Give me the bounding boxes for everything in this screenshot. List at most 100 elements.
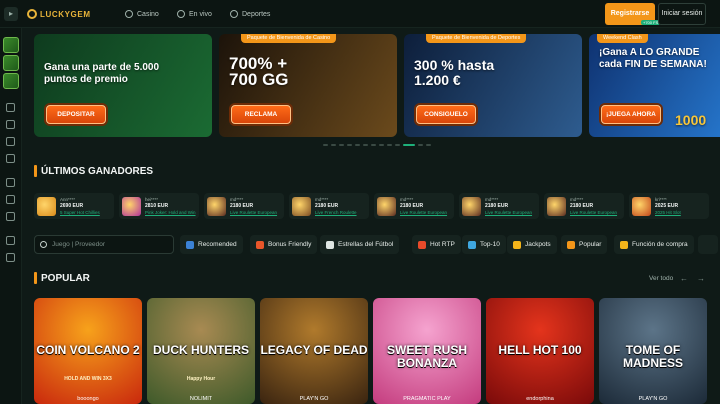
support-icon[interactable] <box>6 236 15 245</box>
carousel-dot[interactable] <box>355 144 360 146</box>
filter-chip[interactable]: Función de compra <box>614 235 694 254</box>
view-all-link[interactable]: Ver todo <box>649 275 673 282</box>
promo-chest-icon[interactable] <box>3 37 19 53</box>
winner-card[interactable]: md**** 2180 EUR Live Roulette European <box>374 193 454 219</box>
search-input[interactable] <box>52 241 167 248</box>
carousel-dot[interactable] <box>379 144 384 146</box>
deposit-button[interactable]: DEPOSITAR <box>46 105 106 124</box>
carousel-dot[interactable] <box>387 144 392 146</box>
next-arrow-icon[interactable]: → <box>697 274 705 283</box>
cards-icon[interactable] <box>6 103 15 112</box>
filter-icon <box>468 240 476 249</box>
banner-points[interactable]: Gana una parte de 5.000 puntos de premio… <box>34 34 212 137</box>
winner-game-link[interactable]: 5 Super Hot Chillies <box>60 210 100 215</box>
filter-chip[interactable]: Jackpots <box>507 235 557 254</box>
claim-button[interactable]: RECLAMA <box>231 105 291 124</box>
winner-card[interactable]: hei**** 2810 EUR Pink Joker: Hold and Win <box>119 193 199 219</box>
carousel-dot[interactable] <box>331 144 336 146</box>
banner-sports-welcome[interactable]: Paquete de Bienvenida de Deportes 300 % … <box>404 34 582 137</box>
megaphone-icon[interactable] <box>6 212 15 221</box>
popular-title: POPULAR <box>41 272 90 284</box>
prev-arrow-icon[interactable]: ← <box>680 274 688 283</box>
promo-coins-icon[interactable] <box>3 73 19 89</box>
sidebar-toggle-icon[interactable]: ▸ <box>4 7 18 21</box>
carousel-dot[interactable] <box>426 144 431 146</box>
carousel-dot[interactable] <box>403 144 415 146</box>
game-thumbnail <box>37 196 56 216</box>
winner-game-link[interactable]: Live Roulette European <box>230 210 277 215</box>
carousel-dot[interactable] <box>363 144 368 146</box>
game-tile[interactable]: TOME OF MADNESS PLAY'N GO <box>599 298 707 404</box>
banner-weekend-clash[interactable]: Weekend Clash ¡Gana A LO GRANDE cada FIN… <box>589 34 720 137</box>
winner-card[interactable]: kri**** 2025 EUR 2025 Hit Slot <box>629 193 709 219</box>
diamond-icon[interactable] <box>6 120 15 129</box>
filter-label: Top-10 <box>480 241 500 248</box>
winner-game-link[interactable]: 2025 Hit Slot <box>655 210 681 215</box>
carousel-dot[interactable] <box>323 144 328 146</box>
filter-label: Estrellas del Fútbol <box>338 241 394 248</box>
logo[interactable]: LUCKYGEM <box>27 8 91 20</box>
game-title: HELL HOT 100 <box>498 343 582 357</box>
winner-game-link[interactable]: Pink Joker: Hold and Win <box>145 210 196 215</box>
logo-text: LUCKYGEM <box>40 9 91 19</box>
gift-icon[interactable] <box>6 178 15 187</box>
nav-live[interactable]: En vivo <box>177 8 212 20</box>
filter-icon <box>620 240 628 249</box>
filter-chip[interactable]: Estrellas del Fútbol <box>320 235 400 254</box>
winner-game-link[interactable]: Live Roulette European <box>485 210 532 215</box>
winner-amount: 2810 EUR <box>145 203 169 209</box>
get-it-button[interactable]: CONSIGUELO <box>416 105 476 124</box>
popular-heading: POPULAR <box>34 272 90 284</box>
search-box[interactable] <box>34 235 174 254</box>
filter-chip[interactable]: Bonus Friendly <box>250 235 318 254</box>
carousel-dot[interactable] <box>371 144 376 146</box>
carousel-dot[interactable] <box>339 144 344 146</box>
nav-casino[interactable]: Casino <box>125 8 159 20</box>
game-subtitle: Happy Hour <box>186 376 216 382</box>
filter-chip[interactable]: Top-10 <box>462 235 506 254</box>
winner-card[interactable]: Ann**** 2690 EUR 5 Super Hot Chillies <box>34 193 114 219</box>
carousel-dot[interactable] <box>395 144 400 146</box>
game-thumbnail <box>377 196 396 216</box>
game-tile[interactable]: LEGACY OF DEAD PLAY'N GO <box>260 298 368 404</box>
filter-chip[interactable]: Recomended <box>180 235 243 254</box>
lightning-icon[interactable] <box>6 137 15 146</box>
winner-game-link[interactable]: Live French Roulette <box>315 210 357 215</box>
filter-icon <box>567 240 575 249</box>
game-title: LEGACY OF DEAD <box>260 343 368 357</box>
game-tile[interactable]: DUCK HUNTERS Happy Hour NOLIMIT <box>147 298 255 404</box>
winner-card[interactable]: md**** 2180 EUR Live Roulette European <box>459 193 539 219</box>
nav-sports[interactable]: Deportes <box>230 8 270 20</box>
carousel-dot[interactable] <box>418 144 423 146</box>
game-tile[interactable]: HELL HOT 100 endorphina <box>486 298 594 404</box>
winner-game-link[interactable]: Live Roulette European <box>400 210 447 215</box>
play-now-button[interactable]: ¡JUEGA AHORA <box>601 105 661 124</box>
trophy-icon[interactable] <box>6 195 15 204</box>
gem-icon <box>27 9 37 19</box>
carousel-dot[interactable] <box>347 144 352 146</box>
game-tile[interactable]: COIN VOLCANO 2 HOLD AND WIN 3X3 booongo <box>34 298 142 404</box>
winner-amount: 2180 EUR <box>570 203 594 209</box>
winner-card[interactable]: md**** 2180 EUR Live Roulette European <box>204 193 284 219</box>
filter-icon <box>186 240 194 249</box>
banner-tag: Paquete de Bienvenida de Casino <box>241 34 337 43</box>
winner-info: hei**** 2810 EUR Pink Joker: Hold and Win <box>145 197 196 215</box>
filter-chip[interactable]: Popular <box>561 235 608 254</box>
soccer-icon[interactable] <box>6 154 15 163</box>
filter-chip[interactable]: Hot RTP <box>412 235 461 254</box>
winner-amount: 2025 EUR <box>655 203 679 209</box>
winner-card[interactable]: md**** 2180 EUR Live French Roulette <box>289 193 369 219</box>
promo-gift-icon[interactable] <box>3 55 19 71</box>
banner-casino-welcome[interactable]: Paquete de Bienvenida de Casino 700% + 7… <box>219 34 397 137</box>
winner-game-link[interactable]: Live Roulette European <box>570 210 617 215</box>
winner-card[interactable]: md**** 2180 EUR Live Roulette European <box>544 193 624 219</box>
login-button[interactable]: Iniciar sesión <box>658 3 706 25</box>
game-tile[interactable]: SWEET RUSH BONANZA PRAGMATIC PLAY <box>373 298 481 404</box>
provider-label: NOLIMIT <box>189 396 213 402</box>
banner-headline: Gana una parte de 5.000 puntos de premio <box>44 62 160 85</box>
globe-icon[interactable] <box>6 253 15 262</box>
filter-label: Popular <box>579 241 602 248</box>
provider-label: PRAGMATIC PLAY <box>403 396 451 402</box>
more-filters-chip[interactable] <box>698 235 718 254</box>
winner-info: md**** 2180 EUR Live Roulette European <box>485 197 532 215</box>
